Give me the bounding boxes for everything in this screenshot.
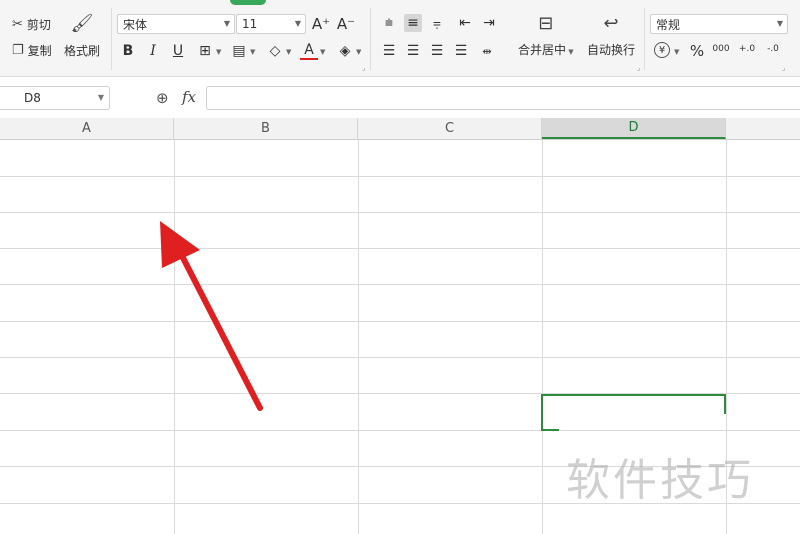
annotation-arrow: [160, 221, 263, 411]
